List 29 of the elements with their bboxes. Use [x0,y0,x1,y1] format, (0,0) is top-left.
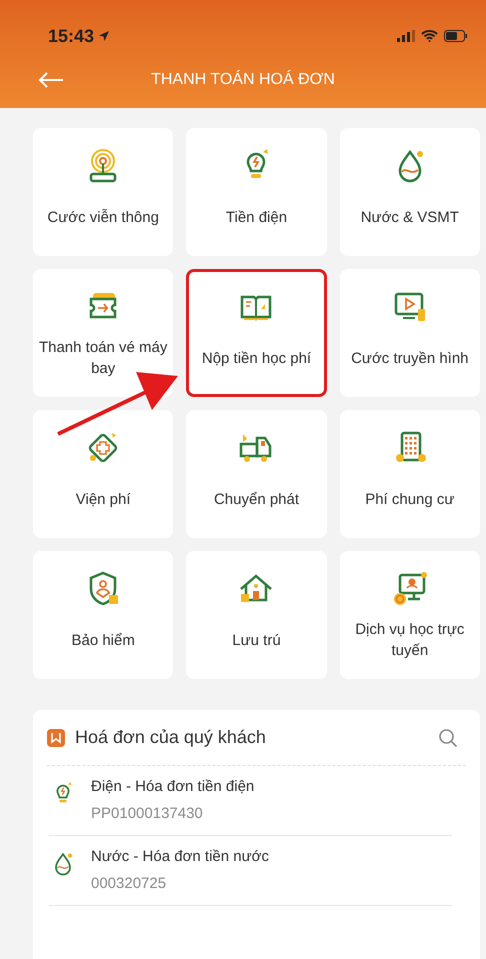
bill-code: 000320725 [91,874,168,894]
location-arrow-icon [98,30,110,42]
service-tile[interactable]: Thanh toán vé máy bay [33,269,174,397]
bill-name: Điện - Hóa đơn tiền điện [91,777,254,797]
bill-name: Nước - Hóa đơn tiền nước [91,847,269,867]
service-tile[interactable]: Bảo hiểm [33,551,174,679]
signal-icon [397,30,415,42]
search-button[interactable] [438,728,458,748]
service-tile[interactable]: Chuyển phát [186,410,327,538]
battery-icon [444,30,468,42]
wifi-icon [421,30,438,42]
status-time: 15:43 [48,24,94,48]
bill-code: PP01000137430 [91,804,204,824]
bills-title: Hoá đơn của quý khách [75,726,266,749]
service-tile[interactable]: Dịch vụ học trực tuyến [340,551,480,679]
bookmark-icon [47,728,65,746]
service-tile[interactable]: Cước viễn thông [33,128,174,256]
page-title: THANH TOÁN HOÁ ĐƠN [151,69,335,90]
service-tile[interactable]: Tiền điện [186,128,327,256]
service-tile[interactable]: Lưu trú [186,551,327,679]
service-tile[interactable]: Nộp tiền học phí [186,269,327,397]
service-tile[interactable]: Viện phí [33,410,174,538]
service-tile[interactable]: Phí chung cư [340,410,480,538]
search-icon [438,728,458,748]
service-tile[interactable]: Cước truyền hình [340,269,480,397]
back-arrow-icon [38,72,64,88]
service-tile[interactable]: Nước & VSMT [340,128,480,256]
bill-item[interactable]: Điện - Hóa đơn tiền điện PP01000137430 [49,766,452,836]
bill-item[interactable]: Nước - Hóa đơn tiền nước 000320725 [49,836,452,906]
